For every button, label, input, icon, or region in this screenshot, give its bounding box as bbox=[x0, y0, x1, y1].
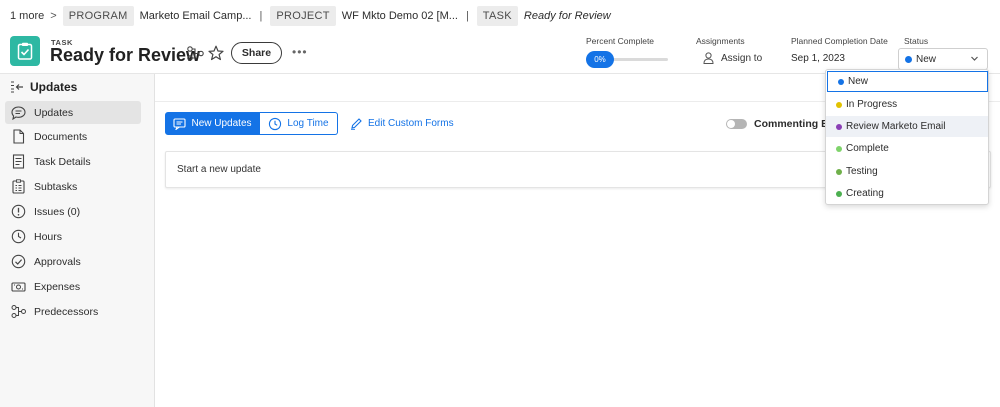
status-select-value: New bbox=[916, 53, 937, 65]
breadcrumb-separator: | bbox=[259, 10, 263, 22]
more-options-icon[interactable]: ••• bbox=[292, 45, 308, 59]
sidebar-item-label: Task Details bbox=[34, 155, 91, 168]
sidebar-item-issues[interactable]: Issues (0) bbox=[5, 200, 141, 223]
breadcrumb-task-tag: TASK bbox=[476, 6, 518, 26]
assign-to-button[interactable]: Assign to bbox=[703, 52, 762, 64]
collapse-sidebar-icon[interactable] bbox=[10, 81, 24, 93]
speech-bubble-icon bbox=[11, 105, 26, 120]
task-clipboard-icon bbox=[10, 36, 40, 66]
timer-icon bbox=[269, 117, 282, 130]
chevron-down-icon bbox=[971, 56, 978, 61]
assignments-label: Assignments bbox=[696, 36, 745, 46]
breadcrumb-project-link[interactable]: WF Mkto Demo 02 [M... bbox=[342, 10, 458, 22]
status-color-dot bbox=[836, 123, 842, 130]
predecessors-icon bbox=[11, 305, 26, 318]
status-option-creating[interactable]: Creating bbox=[826, 183, 988, 204]
status-color-dot bbox=[836, 168, 842, 175]
sidebar-item-label: Updates bbox=[34, 106, 74, 119]
sidebar-header: Updates bbox=[10, 80, 77, 94]
pencil-icon bbox=[351, 118, 362, 130]
status-color-dot bbox=[905, 55, 912, 63]
new-update-icon bbox=[173, 117, 187, 130]
breadcrumb-separator: | bbox=[465, 10, 469, 22]
status-option-new[interactable]: New bbox=[827, 71, 988, 92]
approval-check-icon bbox=[11, 254, 26, 269]
update-placeholder: Start a new update bbox=[177, 164, 261, 175]
sidebar-item-approvals[interactable]: Approvals bbox=[5, 250, 141, 273]
sidebar-item-expenses[interactable]: Expenses bbox=[5, 275, 141, 298]
breadcrumb-program-tag: PROGRAM bbox=[62, 6, 134, 26]
status-dropdown-menu: New In Progress Review Marketo Email Com… bbox=[825, 69, 989, 205]
page-title[interactable]: Ready for Review bbox=[50, 45, 200, 66]
document-icon bbox=[13, 129, 25, 144]
status-color-dot bbox=[836, 190, 842, 197]
subtasks-icon bbox=[12, 179, 25, 194]
planned-completion-label: Planned Completion Date bbox=[791, 36, 888, 46]
tab-new-updates[interactable]: New Updates bbox=[165, 112, 260, 135]
sidebar-item-task-details[interactable]: Task Details bbox=[5, 150, 141, 173]
clock-icon bbox=[11, 229, 26, 244]
status-option-in-progress[interactable]: In Progress bbox=[826, 94, 988, 115]
sidebar-item-label: Issues (0) bbox=[34, 205, 81, 218]
commenting-beta-toggle[interactable] bbox=[726, 119, 747, 129]
status-option-complete[interactable]: Complete bbox=[826, 138, 988, 159]
sidebar-item-subtasks[interactable]: Subtasks bbox=[5, 175, 141, 198]
tab-log-time-label: Log Time bbox=[287, 118, 329, 129]
sidebar-item-label: Approvals bbox=[34, 255, 81, 268]
tab-new-updates-label: New Updates bbox=[191, 118, 252, 129]
status-option-label: In Progress bbox=[846, 99, 898, 110]
breadcrumb-more-link[interactable]: 1 more bbox=[10, 10, 44, 22]
status-option-label: Complete bbox=[846, 143, 889, 154]
status-option-label: Testing bbox=[846, 166, 878, 177]
status-color-dot bbox=[836, 145, 842, 152]
sidebar-item-updates[interactable]: Updates bbox=[5, 101, 141, 124]
status-color-dot bbox=[836, 101, 842, 108]
percent-complete-label: Percent Complete bbox=[586, 36, 655, 46]
sidebar: Updates Updates Documents Task Details S… bbox=[0, 74, 155, 407]
person-icon bbox=[703, 52, 714, 64]
sidebar-item-hours[interactable]: Hours bbox=[5, 225, 141, 248]
percent-complete-slider[interactable]: 0% bbox=[586, 51, 668, 69]
status-option-testing[interactable]: Testing bbox=[826, 161, 988, 182]
status-option-label: New bbox=[848, 76, 869, 87]
sidebar-title: Updates bbox=[30, 80, 78, 94]
breadcrumb-project-tag: PROJECT bbox=[270, 6, 336, 26]
workflow-icon[interactable] bbox=[186, 44, 204, 62]
sidebar-item-label: Documents bbox=[34, 130, 88, 143]
status-select[interactable]: New bbox=[898, 48, 988, 70]
star-icon[interactable] bbox=[207, 44, 225, 62]
breadcrumb-arrow-icon: > bbox=[50, 10, 57, 22]
sidebar-item-documents[interactable]: Documents bbox=[5, 125, 141, 148]
edit-custom-forms-link[interactable]: Edit Custom Forms bbox=[350, 117, 454, 130]
sidebar-item-label: Expenses bbox=[34, 280, 81, 293]
status-option-label: Review Marketo Email bbox=[846, 121, 946, 132]
issues-icon bbox=[11, 204, 26, 219]
share-button[interactable]: Share bbox=[231, 42, 282, 64]
edit-custom-forms-label: Edit Custom Forms bbox=[368, 118, 454, 129]
percent-complete-value[interactable]: 0% bbox=[586, 51, 614, 68]
status-option-review-marketo-email[interactable]: Review Marketo Email bbox=[826, 116, 988, 137]
assign-to-label: Assign to bbox=[721, 52, 763, 64]
breadcrumb-program-link[interactable]: Marketo Email Camp... bbox=[140, 10, 252, 22]
expenses-icon bbox=[11, 282, 26, 292]
breadcrumb-current-task: Ready for Review bbox=[523, 10, 611, 22]
status-color-dot bbox=[838, 78, 844, 85]
toggle-knob bbox=[727, 120, 735, 128]
planned-completion-date[interactable]: Sep 1, 2023 bbox=[791, 53, 845, 64]
sidebar-item-label: Hours bbox=[34, 230, 63, 243]
sidebar-item-label: Predecessors bbox=[34, 305, 99, 318]
status-option-label: Creating bbox=[846, 188, 884, 199]
sidebar-item-label: Subtasks bbox=[34, 180, 78, 193]
breadcrumb: 1 more > PROGRAM Marketo Email Camp... |… bbox=[0, 0, 1000, 32]
status-label: Status bbox=[904, 36, 929, 46]
sidebar-item-predecessors[interactable]: Predecessors bbox=[5, 300, 141, 323]
details-icon bbox=[12, 154, 25, 169]
tab-log-time[interactable]: Log Time bbox=[260, 112, 338, 135]
task-header: TASK Ready for Review Share ••• Percent … bbox=[0, 32, 1000, 74]
